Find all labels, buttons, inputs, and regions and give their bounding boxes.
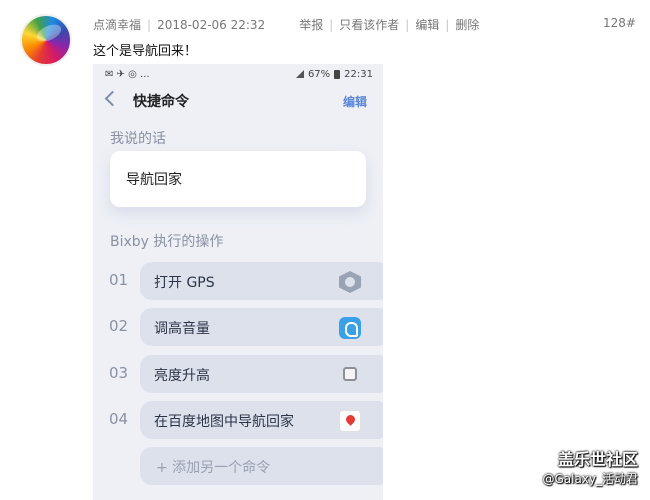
command-label: 在百度地图中导航回家: [154, 414, 294, 430]
command-row: 02 调高音量: [93, 308, 383, 346]
delete-link[interactable]: 删除: [455, 16, 479, 33]
map-icon: [339, 410, 361, 432]
author-only-link[interactable]: 只看该作者: [339, 16, 399, 33]
battery-percent: 67%: [307, 68, 331, 80]
divider: |: [445, 17, 450, 32]
divider: |: [405, 17, 410, 32]
phone-screenshot: ✉ ✈ ◎ ... 67% 22:31 快捷命令 编辑 我说的话 导航回家 Bi…: [93, 64, 383, 500]
command-row: 01 打开 GPS: [93, 262, 383, 300]
edit-link[interactable]: 编辑: [415, 16, 439, 33]
command-row: 03 亮度升高: [93, 355, 383, 393]
post-date: 2018-02-06 22:32: [157, 17, 266, 32]
signal-icon: [295, 70, 304, 78]
brightness-icon: [343, 367, 357, 381]
say-phrase-card[interactable]: 导航回家: [110, 151, 366, 207]
command-label: 打开 GPS: [154, 275, 215, 291]
command-row: 04 在百度地图中导航回家: [93, 401, 383, 439]
add-command-button[interactable]: + 添加另一个命令: [140, 447, 383, 485]
command-item[interactable]: 调高音量: [140, 308, 383, 346]
page-title: 快捷命令: [133, 94, 189, 110]
watermark-title: 盖乐世社区: [557, 450, 638, 469]
user-avatar[interactable]: [20, 14, 72, 66]
author-name[interactable]: 点滴幸福: [93, 16, 141, 33]
watermark-subtitle: @Galaxy_活动君: [542, 472, 638, 486]
status-time: 22:31: [344, 68, 373, 80]
battery-icon: [334, 69, 341, 79]
command-number: 04: [109, 410, 129, 428]
floor-number[interactable]: 128#: [603, 16, 636, 30]
gps-icon: [339, 271, 361, 293]
post-body-text: 这个是导航回来！: [93, 44, 198, 59]
edit-button[interactable]: 编辑: [343, 93, 367, 110]
status-bar: ✉ ✈ ◎ ... 67% 22:31: [93, 64, 383, 84]
add-command-label: + 添加另一个命令: [156, 460, 271, 476]
command-item[interactable]: 亮度升高: [140, 355, 383, 393]
say-section-label: 我说的话: [110, 131, 166, 147]
exec-section-label: Bixby 执行的操作: [110, 234, 224, 250]
command-item[interactable]: 打开 GPS: [140, 262, 383, 300]
command-number: 01: [109, 271, 129, 289]
command-number: 03: [109, 364, 129, 382]
volume-icon: [339, 317, 361, 339]
command-item[interactable]: 在百度地图中导航回家: [140, 401, 383, 439]
divider: |: [147, 17, 152, 32]
say-phrase-text: 导航回家: [126, 172, 182, 188]
report-link[interactable]: 举报: [299, 16, 323, 33]
divider: |: [329, 17, 334, 32]
command-number: 02: [109, 317, 129, 335]
nav-bar: 快捷命令 编辑: [93, 86, 383, 116]
back-arrow-icon[interactable]: [104, 90, 121, 107]
command-label: 调高音量: [154, 321, 210, 337]
post-meta: 点滴幸福 | 2018-02-06 22:32 举报 | 只看该作者 | 编辑 …: [93, 16, 479, 33]
notification-icons: ✉ ✈ ◎ ...: [105, 68, 150, 80]
command-label: 亮度升高: [154, 368, 210, 384]
